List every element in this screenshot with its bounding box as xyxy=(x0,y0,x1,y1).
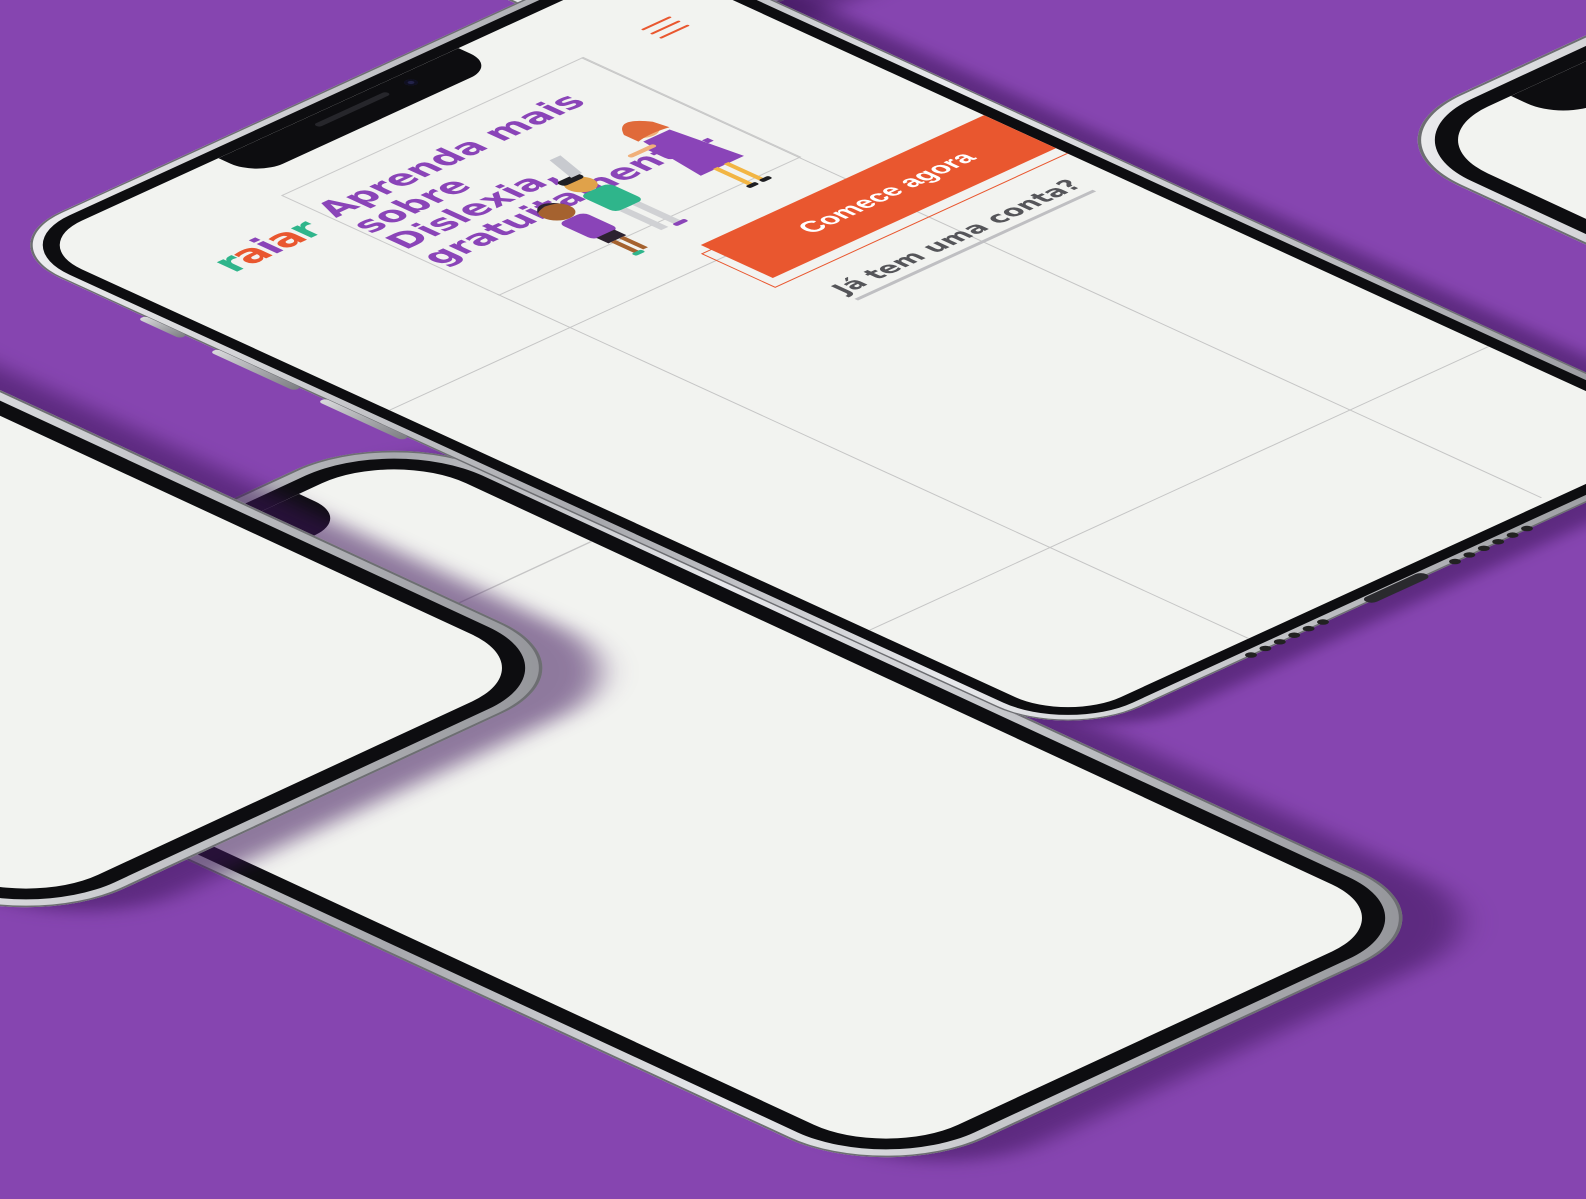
raiar-logo[interactable]: raiar xyxy=(199,216,333,278)
person-woman-purple-dress xyxy=(622,120,772,188)
mockup-scene: raiar Aprenda mais sobre Dislexia, gratu… xyxy=(0,0,1586,1188)
person-boy-green xyxy=(549,155,688,231)
person-girl-purple xyxy=(537,203,648,256)
hamburger-icon[interactable] xyxy=(640,16,694,40)
front-camera xyxy=(401,78,421,87)
